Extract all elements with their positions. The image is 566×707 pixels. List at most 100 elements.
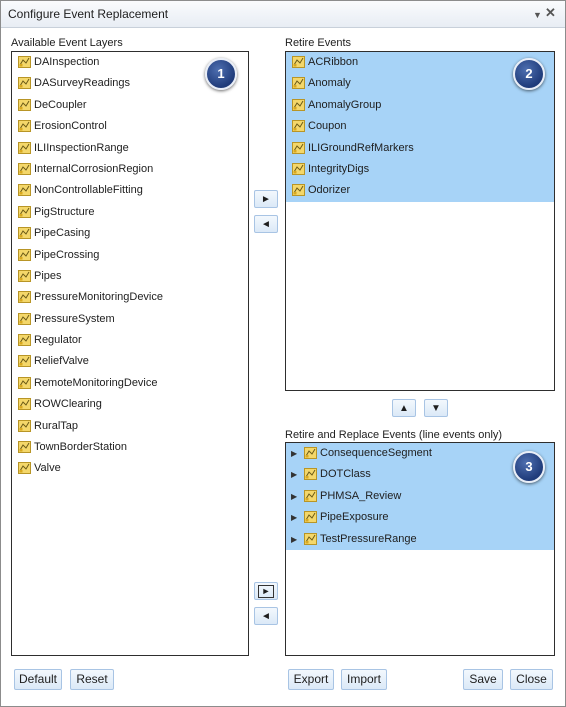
step-badge-1: 1 [205,58,237,90]
dialog-title: Configure Event Replacement [8,7,169,21]
list-item-label: PipeCrossing [34,248,100,261]
close-button[interactable]: Close [510,669,553,690]
layer-icon [18,291,31,304]
list-item[interactable]: PigStructure [12,202,248,223]
move-up-button[interactable]: ▲ [392,399,416,417]
list-item[interactable]: AnomalyGroup [286,94,554,117]
list-item[interactable]: ErosionControl [12,116,248,137]
layer-icon [292,98,305,111]
layer-icon [304,468,317,481]
list-item-label: ILIInspectionRange [34,141,129,154]
list-item[interactable]: RuralTap [12,416,248,437]
step-badge-3: 3 [513,451,545,483]
list-item-label: DOTClass [320,468,371,481]
layer-icon [18,184,31,197]
save-button[interactable]: Save [463,669,503,690]
list-item-label: ErosionControl [34,120,107,133]
list-item-label: DAInspection [34,56,100,68]
layer-icon [18,56,31,68]
list-item[interactable]: ROWClearing [12,394,248,415]
layer-icon [292,120,305,133]
list-item-label: Odorizer [308,184,351,197]
layer-icon [18,269,31,282]
layer-icon [18,98,31,111]
list-item[interactable]: Regulator [12,330,248,351]
list-item-label: Pipes [34,269,62,282]
move-right-button[interactable]: ► [254,190,278,208]
list-item-label: Anomaly [308,77,351,90]
list-item[interactable]: IntegrityDigs [286,158,554,181]
list-item-label: RemoteMonitoringDevice [34,376,158,389]
list-item-label: RuralTap [34,419,79,432]
layer-icon [18,355,31,368]
available-layers-list[interactable]: DAInspection DASurveyReadings DeCoupler Ero… [11,51,249,656]
move-down-button[interactable]: ▼ [424,399,448,417]
list-item[interactable]: ILIGroundRefMarkers [286,137,554,159]
list-item[interactable]: RemoteMonitoringDevice [12,373,248,394]
list-item[interactable]: Valve [12,458,248,479]
layer-icon [18,462,31,475]
move-left-replace-button[interactable]: ◄ [254,607,278,625]
import-button[interactable]: Import [341,669,387,690]
list-item[interactable]: Coupon [286,116,554,138]
expand-arrow-icon[interactable]: ▶ [291,507,297,528]
list-item-label: AnomalyGroup [308,98,382,111]
retire-events-list[interactable]: ACRibbon Anomaly AnomalyGroup Coupon ILIGrou… [285,51,555,391]
expand-arrow-icon[interactable]: ▶ [291,443,297,464]
list-item-label: PipeCasing [34,227,91,240]
list-item[interactable]: ▶ PHMSA_Review [286,485,554,508]
list-item[interactable]: PipeCasing [12,223,248,244]
layer-icon [304,489,317,502]
list-item-label: ConsequenceSegment [320,447,432,459]
move-right-replace-label: ► [258,584,274,598]
list-item-label: PressureSystem [34,312,115,325]
move-left-button[interactable]: ◄ [254,215,278,233]
list-item[interactable]: ▶ PipeExposure [286,507,554,529]
layer-icon [292,56,305,68]
expand-arrow-icon[interactable]: ▶ [291,529,297,550]
list-item-label: PipeExposure [320,511,389,524]
list-item[interactable]: InternalCorrosionRegion [12,159,248,180]
list-item[interactable]: NonControllableFitting [12,180,248,201]
list-item[interactable]: ReliefValve [12,351,248,372]
list-item-label: ROWClearing [34,398,102,411]
list-item-label: ACRibbon [308,56,359,68]
list-item-label: ReliefValve [34,355,89,368]
list-item[interactable]: Pipes [12,266,248,287]
layer-icon [18,441,31,454]
list-item-label: ILIGroundRefMarkers [308,141,414,154]
list-item[interactable]: PipeCrossing [12,245,248,266]
list-item-label: PigStructure [34,205,95,218]
list-item[interactable]: TownBorderStation [12,437,248,458]
expand-arrow-icon[interactable]: ▶ [291,486,297,507]
layer-icon [18,398,31,411]
expand-arrow-icon[interactable]: ▶ [291,464,297,485]
available-layers-label: Available Event Layers [11,37,123,49]
layer-icon [292,77,305,90]
close-icon[interactable]: ✕ [545,6,556,20]
default-button[interactable]: Default [14,669,62,690]
list-item-label: Coupon [308,120,347,133]
title-bar: Configure Event Replacement ▼ ✕ [1,1,565,28]
list-item[interactable]: DeCoupler [12,95,248,116]
collapse-icon[interactable]: ▼ [533,8,542,22]
reset-button[interactable]: Reset [70,669,114,690]
layer-icon [304,447,317,459]
layer-icon [18,248,31,261]
list-item-label: IntegrityDigs [308,162,370,175]
layer-icon [18,227,31,240]
layer-icon [18,205,31,218]
list-item[interactable]: PressureMonitoringDevice [12,287,248,308]
layer-icon [304,532,317,545]
move-right-replace-button[interactable]: ► [254,582,278,600]
layer-icon [304,511,317,524]
configure-event-replacement-dialog: Configure Event Replacement ▼ ✕ Availabl… [0,0,566,707]
list-item-label: DASurveyReadings [34,77,130,90]
layer-icon [18,120,31,133]
list-item[interactable]: PressureSystem [12,309,248,330]
retire-events-label: Retire Events [285,37,352,49]
list-item[interactable]: Odorizer [286,180,554,202]
list-item[interactable]: ILIInspectionRange [12,138,248,159]
list-item[interactable]: ▶ TestPressureRange [286,528,554,550]
export-button[interactable]: Export [288,669,334,690]
